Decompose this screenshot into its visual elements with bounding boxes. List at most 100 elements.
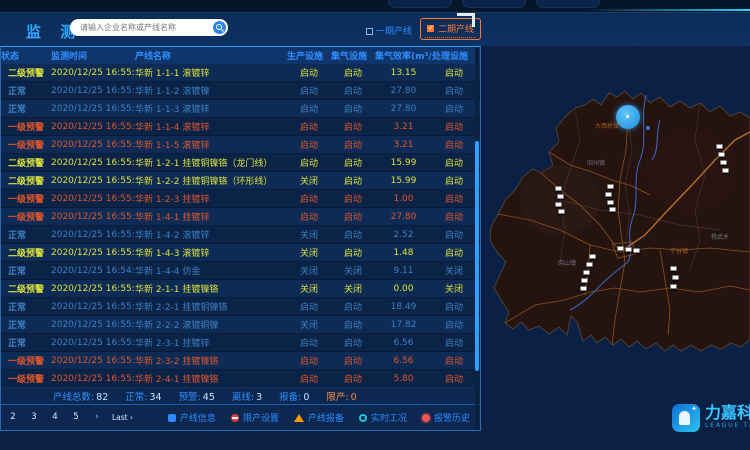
treatment-facility-cell: 启动 (432, 174, 476, 187)
page-button[interactable]: › (91, 411, 103, 424)
time-cell: 2020/12/25 16:55:24 (51, 284, 135, 294)
top-decor-tab (536, 0, 600, 8)
map-site-marker[interactable] (722, 168, 729, 173)
gas-efficiency-cell: 13.15 (375, 68, 432, 78)
gas-collection-cell: 启动 (331, 372, 375, 385)
page-button[interactable]: Last › (112, 411, 133, 424)
map-site-marker[interactable] (625, 247, 632, 252)
gas-collection-cell: 启动 (331, 210, 375, 223)
page-button[interactable]: 3 (28, 411, 40, 424)
table-row[interactable]: 一级预警 2020/12/25 16:55:24 华新 1-1-5 滚镀锌 启动… (1, 136, 480, 154)
gas-efficiency-cell: 1.48 (375, 248, 432, 258)
time-cell: 2020/12/25 16:55:04 (51, 302, 135, 312)
search-input[interactable] (78, 20, 208, 34)
map-site-marker[interactable] (580, 286, 587, 291)
table-row[interactable]: 二级预警 2020/12/25 16:55:04 华新 1-4-3 滚镀锌 关闭… (1, 244, 480, 262)
table-row[interactable]: 一级预警 2020/12/25 16:55:24 华新 1-1-4 滚镀锌 启动… (1, 118, 480, 136)
table-row[interactable]: 正常 2020/12/25 16:55:04 华新 2-2-2 滚镀铜镍 关闭 … (1, 316, 480, 334)
treatment-facility-cell: 启动 (432, 318, 476, 331)
map-site-marker[interactable] (583, 270, 590, 275)
production-facility-cell: 启动 (287, 336, 331, 349)
phase1-label: 一期产线 (376, 27, 412, 37)
table-row[interactable]: 二级预警 2020/12/25 16:55:24 华新 2-1-1 挂镀镍铬 关… (1, 280, 480, 298)
table-row[interactable]: 一级预警 2020/12/25 16:55:24 华新 2-3-2 挂镀镍铬 启… (1, 352, 480, 370)
summary-item: 产线总数:82 (53, 389, 108, 403)
toolbar-button-label: 实时工况 (371, 411, 407, 424)
map-site-marker[interactable] (718, 152, 725, 157)
gas-collection-cell: 启动 (331, 318, 375, 331)
checkbox-checked-icon[interactable] (427, 25, 434, 32)
map-site-marker[interactable] (672, 275, 679, 280)
table-header-row: 状态监测时间产线名称生产设施集气设施集气效率(m³/s)处理设施 (1, 47, 480, 64)
table-row[interactable]: 一级预警 2020/12/25 16:55:24 华新 1-4-1 挂镀锌 启动… (1, 208, 480, 226)
map-cluster-circle-marker[interactable] (616, 105, 640, 129)
table-row[interactable]: 二级预警 2020/12/25 16:55:24 华新 1-2-2 挂镀铜镍铬（… (1, 172, 480, 190)
monitoring-dashboard: 监 测 一期产线 二期产线 状态监测时间产线名称生产设施集气设施集气效率(m³/… (0, 0, 750, 450)
page-button[interactable]: 4 (49, 411, 61, 424)
table-row[interactable]: 正常 2020/12/25 16:54:44 华新 1-4-4 仿金 关闭 关闭… (1, 262, 480, 280)
checkbox-empty-icon[interactable] (366, 28, 373, 35)
column-header: 生产设施 (287, 49, 331, 62)
table-row[interactable]: 正常 2020/12/25 16:55:24 华新 1-1-2 滚镀镍 启动 启… (1, 82, 480, 100)
toolbar-button[interactable]: 报警历史 (422, 411, 470, 424)
map-site-marker[interactable] (607, 200, 614, 205)
gas-efficiency-cell: 18.49 (375, 302, 432, 312)
toolbar-button[interactable]: 实时工况 (359, 411, 407, 424)
table-row[interactable]: 二级预警 2020/12/25 16:55:04 华新 1-2-1 挂镀铜镍铬（… (1, 154, 480, 172)
table-row[interactable]: 正常 2020/12/25 16:55:24 华新 1-4-2 滚镀锌 关闭 启… (1, 226, 480, 244)
time-cell: 2020/12/25 16:54:44 (51, 266, 135, 276)
map-site-marker[interactable] (555, 186, 562, 191)
map-site-marker[interactable] (558, 209, 565, 214)
status-cell: 一级预警 (1, 192, 51, 205)
map-town-label: 旧州镇 (587, 158, 605, 167)
status-cell: 一级预警 (1, 120, 51, 133)
treatment-facility-cell: 启动 (432, 66, 476, 79)
map-site-marker[interactable] (617, 246, 624, 251)
status-cell: 二级预警 (1, 246, 51, 259)
phase1-checkbox[interactable]: 一期产线 (366, 24, 412, 37)
table-row[interactable]: 一级预警 2020/12/25 16:55:24 华新 2-4-1 挂镀镍铬 启… (1, 370, 480, 388)
treatment-facility-cell: 启动 (432, 156, 476, 169)
table-row[interactable]: 正常 2020/12/25 16:55:24 华新 1-1-3 滚镀锌 启动 启… (1, 100, 480, 118)
page-button[interactable]: 2 (7, 411, 19, 424)
time-cell: 2020/12/25 16:55:24 (51, 212, 135, 222)
gas-collection-cell: 启动 (331, 66, 375, 79)
map-town-label: 大西桥镇 (595, 121, 619, 130)
map-lake (646, 126, 650, 130)
map-site-marker[interactable] (555, 202, 562, 207)
toolbar-button[interactable]: 产线信息 (168, 411, 216, 424)
map-site-marker[interactable] (586, 262, 593, 267)
production-facility-cell: 启动 (287, 192, 331, 205)
map-site-marker[interactable] (581, 278, 588, 283)
treatment-facility-cell: 启动 (432, 138, 476, 151)
table-row[interactable]: 一级预警 2020/12/25 16:55:24 华新 1-2-3 挂镀锌 启动… (1, 190, 480, 208)
gas-collection-cell: 启动 (331, 192, 375, 205)
status-cell: 二级预警 (1, 66, 51, 79)
time-cell: 2020/12/25 16:55:24 (51, 374, 135, 384)
table-row[interactable]: 正常 2020/12/25 16:55:24 华新 2-3-1 挂镀锌 启动 启… (1, 334, 480, 352)
table-row[interactable]: 正常 2020/12/25 16:55:04 华新 2-2-1 挂镀铜镍铬 启动… (1, 298, 480, 316)
map-site-marker[interactable] (605, 192, 612, 197)
map-site-marker[interactable] (720, 160, 727, 165)
production-facility-cell: 关闭 (287, 264, 331, 277)
map-site-marker[interactable] (716, 144, 723, 149)
monitoring-table-panel: 状态监测时间产线名称生产设施集气设施集气效率(m³/s)处理设施 二级预警 20… (0, 46, 481, 431)
bottom-bar: 2345 › Last › 产线信息 限产设置 产线报备 实时工况 报警历史 (1, 404, 480, 430)
toolbar-button[interactable]: 产线报备 (294, 411, 344, 424)
table-row[interactable]: 二级预警 2020/12/25 16:55:24 华新 1-1-1 滚镀锌 启动… (1, 64, 480, 82)
map-site-marker[interactable] (609, 207, 616, 212)
production-facility-cell: 启动 (287, 84, 331, 97)
map-site-marker[interactable] (589, 254, 596, 259)
time-cell: 2020/12/25 16:55:04 (51, 158, 135, 168)
map-site-marker[interactable] (633, 248, 640, 253)
page-button[interactable]: 5 (70, 411, 82, 424)
search-icon[interactable] (213, 21, 226, 34)
summary-value: 0 (303, 392, 309, 403)
map-site-marker[interactable] (670, 266, 677, 271)
map-site-marker[interactable] (670, 284, 677, 289)
map-site-marker[interactable] (557, 194, 564, 199)
search-box[interactable] (70, 19, 228, 36)
map-site-marker[interactable] (607, 184, 614, 189)
map-town-label: 杨武乡 (711, 232, 729, 241)
toolbar-button[interactable]: 限产设置 (231, 411, 279, 424)
